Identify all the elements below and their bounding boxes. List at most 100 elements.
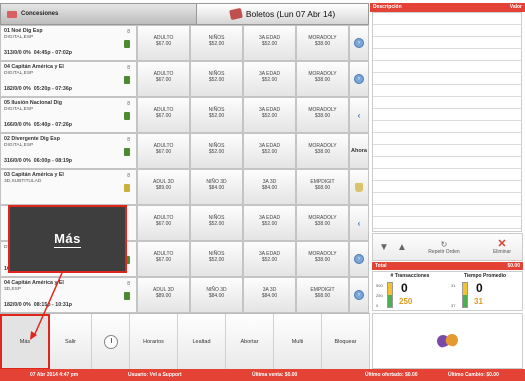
- ticket-icon: [228, 7, 243, 21]
- ticket-type-button[interactable]: ADUL 3D $89.00: [137, 277, 190, 313]
- delete-button[interactable]: ✕ Eliminar: [483, 234, 521, 260]
- clock-button[interactable]: [92, 314, 130, 370]
- scroll-up-button[interactable]: ▲: [395, 234, 409, 260]
- row-action-button[interactable]: [349, 169, 369, 205]
- session-item[interactable]: 05 Ilusión Nacional Dig DIGITAL,ESP 8 166/0…: [0, 97, 137, 133]
- status-last-sale: Última venta: $0.00: [252, 372, 298, 378]
- seat-icon: [124, 148, 130, 156]
- ticket-type-button[interactable]: EMPDIGIT $68.00: [296, 277, 349, 313]
- session-item[interactable]: 04 Capitán América y El 3D,ESP 8 182/0/0 0%…: [0, 277, 137, 313]
- row-action-button[interactable]: Ahora: [349, 133, 369, 169]
- ticket-type-button[interactable]: 3A EDAD $52.00: [243, 241, 296, 277]
- ticket-price: $38.00: [314, 149, 331, 155]
- seat-icon: [124, 76, 130, 84]
- ticket-type-button[interactable]: MORADOLY $38.00: [296, 25, 349, 61]
- session-item[interactable]: 04 Capitán América y El DIGITAL,ESP 8 182/0…: [0, 61, 137, 97]
- ticket-price: $67.00: [155, 221, 172, 227]
- ticket-type-button[interactable]: MORADOLY $38.00: [296, 133, 349, 169]
- ticket-price: $38.00: [314, 257, 331, 263]
- order-controls: ▼ ▲ ↻ Repetir Orden ✕ Eliminar: [372, 233, 523, 261]
- ticket-price: $84.00: [208, 185, 225, 191]
- session-occupancy: 313/0/0 0%: [4, 50, 31, 56]
- ticket-type-button[interactable]: 3A EDAD $52.00: [243, 97, 296, 133]
- ticket-type-button[interactable]: MORADOLY $38.00: [296, 205, 349, 241]
- row-action-button[interactable]: ›: [349, 277, 369, 313]
- session-item[interactable]: 01 Noé Dig Esp DIGITAL,ESP 8 313/0/0 0% 04:…: [0, 25, 137, 61]
- session-number: 8: [127, 65, 130, 71]
- tab-concesiones[interactable]: Concesiones: [0, 3, 200, 25]
- session-title: 04 Capitán América y El: [4, 64, 64, 70]
- row-action-button[interactable]: ›: [349, 241, 369, 277]
- ticket-type-button[interactable]: ADUL 3D $89.00: [137, 169, 190, 205]
- ticket-type-button[interactable]: 3A 3D $84.00: [243, 169, 296, 205]
- session-occupancy: 316/0/0 0%: [4, 158, 31, 164]
- session-format: 3D,SUBTITULAD: [4, 179, 42, 184]
- ticket-price: $52.00: [261, 41, 278, 47]
- avg-time-bar: [462, 282, 468, 308]
- ticket-type-button[interactable]: NIÑOS $52.00: [190, 241, 243, 277]
- session-title: 03 Capitán América y El: [4, 172, 64, 178]
- logo-panel: [372, 313, 523, 369]
- ticket-type-button[interactable]: NIÑO 3D $84.00: [190, 277, 243, 313]
- ticket-price: $52.00: [261, 149, 278, 155]
- session-stats: 313/0/0 0% 04:45p - 07:02p: [4, 50, 72, 56]
- ticket-price: $84.00: [261, 185, 278, 191]
- seat-icon: [124, 40, 130, 48]
- session-title: 02 Divergente Dig Esp: [4, 136, 60, 142]
- arrow-icon: ‹: [357, 110, 361, 120]
- row-action-button[interactable]: ‹: [349, 97, 369, 133]
- delete-icon: ✕: [497, 238, 507, 250]
- total-label: Total: [375, 263, 387, 269]
- ticket-type-button[interactable]: 3A 3D $84.00: [243, 277, 296, 313]
- repeat-order-label: Repetir Orden: [428, 248, 460, 255]
- ticket-type-button[interactable]: 3A EDAD $52.00: [243, 61, 296, 97]
- ticket-type-button[interactable]: ADULTO $67.00: [137, 205, 190, 241]
- toolbar-button-bloquear[interactable]: Bloquear: [322, 314, 370, 370]
- toolbar-button-abortar[interactable]: Abortar: [226, 314, 274, 370]
- session-stats: 182/0/0 0% 08:15p - 10:31p: [4, 302, 72, 308]
- popcorn-icon: [355, 182, 363, 192]
- ticket-type-button[interactable]: ADULTO $67.00: [137, 97, 190, 133]
- ticket-price: $89.00: [155, 293, 172, 299]
- row-action-button[interactable]: ‹: [349, 205, 369, 241]
- toolbar-button-horarios[interactable]: Horarios: [130, 314, 178, 370]
- row-action-button[interactable]: ›: [349, 25, 369, 61]
- ticket-type-button[interactable]: NIÑOS $52.00: [190, 97, 243, 133]
- toolbar-button-multi[interactable]: Multi: [274, 314, 322, 370]
- ticket-type-button[interactable]: EMPDIGIT $68.00: [296, 169, 349, 205]
- status-datetime: 07 Abr 2014 4:47 pm: [30, 372, 79, 378]
- transactions-meter: # Transacciones 500 250 0 0 250: [373, 272, 447, 310]
- ticket-type-button[interactable]: MORADOLY $38.00: [296, 61, 349, 97]
- ticket-price: $52.00: [208, 77, 225, 83]
- ticket-type-button[interactable]: ADULTO $67.00: [137, 133, 190, 169]
- ticket-type-button[interactable]: 3A EDAD $52.00: [243, 25, 296, 61]
- ticket-type-button[interactable]: NIÑOS $52.00: [190, 133, 243, 169]
- ticket-type-button[interactable]: NIÑO 3D $84.00: [190, 169, 243, 205]
- status-last-offered: Último ofertado: $0.00: [365, 372, 418, 378]
- ticket-price: $52.00: [208, 221, 225, 227]
- ticket-type-button[interactable]: NIÑOS $52.00: [190, 61, 243, 97]
- tab-boletos[interactable]: Boletos (Lun 07 Abr 14): [196, 3, 369, 25]
- toolbar-button-salir[interactable]: Salir: [50, 314, 92, 370]
- repeat-order-button[interactable]: ↻ Repetir Orden: [423, 234, 465, 260]
- transactions-tick-min: 0: [376, 303, 379, 308]
- ticket-type-button[interactable]: 3A EDAD $52.00: [243, 133, 296, 169]
- avg-time-limit: 31: [474, 297, 483, 306]
- toolbar-button-lealtad[interactable]: Lealtad: [178, 314, 226, 370]
- transactions-title: # Transacciones: [390, 273, 430, 279]
- toolbar-button-label: Abortar: [240, 339, 259, 345]
- session-item[interactable]: 02 Divergente Dig Esp DIGITAL,ESP 8 316/0/0…: [0, 133, 137, 169]
- ticket-type-button[interactable]: MORADOLY $38.00: [296, 97, 349, 133]
- ticket-type-button[interactable]: ADULTO $67.00: [137, 25, 190, 61]
- ticket-type-button[interactable]: ADULTO $67.00: [137, 61, 190, 97]
- toolbar-button-más[interactable]: Más: [0, 314, 50, 370]
- ticket-type-button[interactable]: 3A EDAD $52.00: [243, 205, 296, 241]
- session-item[interactable]: 03 Capitán América y El 3D,SUBTITULAD 8: [0, 169, 137, 205]
- row-action-button[interactable]: ›: [349, 61, 369, 97]
- scroll-down-button[interactable]: ▼: [377, 234, 391, 260]
- ticket-type-button[interactable]: NIÑOS $52.00: [190, 25, 243, 61]
- ticket-type-button[interactable]: NIÑOS $52.00: [190, 205, 243, 241]
- ticket-type-button[interactable]: ADULTO $67.00: [137, 241, 190, 277]
- ticket-type-button[interactable]: MORADOLY $38.00: [296, 241, 349, 277]
- hands-logo-icon: [434, 332, 460, 350]
